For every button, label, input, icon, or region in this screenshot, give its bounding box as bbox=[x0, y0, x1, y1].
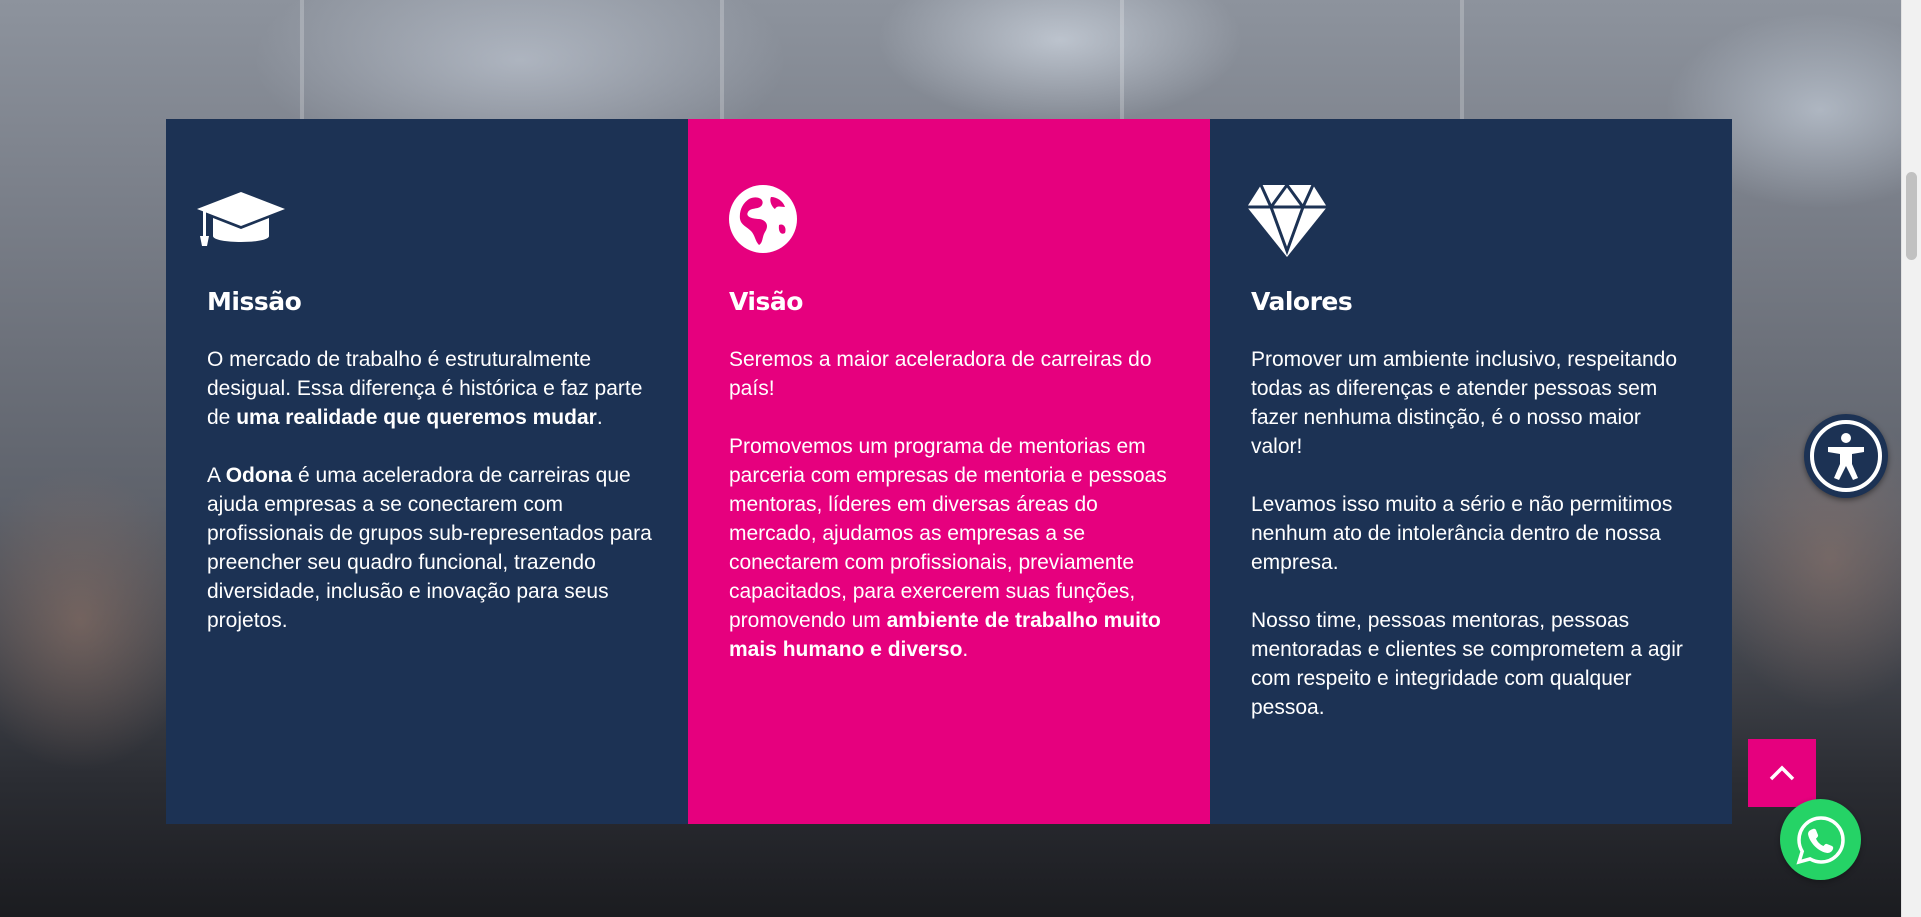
card-paragraph: Promovemos um programa de mentorias em p… bbox=[729, 432, 1174, 664]
whatsapp-icon bbox=[1795, 815, 1845, 865]
page-scrollbar[interactable] bbox=[1901, 0, 1921, 917]
accessibility-button[interactable] bbox=[1804, 414, 1888, 498]
scroll-top-button[interactable] bbox=[1748, 739, 1816, 807]
card-paragraph: A Odona é uma aceleradora de carreiras q… bbox=[207, 461, 652, 635]
text: . bbox=[596, 406, 603, 429]
card-paragraph: Nosso time, pessoas mentoras, pessoas me… bbox=[1251, 609, 1683, 719]
graduation-cap-icon bbox=[197, 192, 285, 253]
card-body: O mercado de trabalho é estruturalmente … bbox=[207, 345, 652, 664]
card-body: Seremos a maior aceleradora de carreiras… bbox=[729, 345, 1174, 693]
bold-text: uma realidade que queremos mudar bbox=[236, 406, 597, 429]
mission-vision-values-section: Missão O mercado de trabalho é estrutura… bbox=[166, 119, 1733, 824]
card-title: Visão bbox=[729, 287, 803, 316]
text: Promovemos um programa de mentorias em p… bbox=[729, 435, 1167, 632]
card-visao: Visão Seremos a maior aceleradora de car… bbox=[688, 119, 1210, 824]
chevron-up-icon bbox=[1769, 765, 1795, 781]
accessibility-icon bbox=[1810, 420, 1882, 492]
card-title: Valores bbox=[1251, 287, 1353, 316]
scrollbar-thumb[interactable] bbox=[1906, 172, 1917, 260]
card-paragraph: Promover um ambiente inclusivo, respeita… bbox=[1251, 348, 1678, 458]
text: A bbox=[207, 464, 226, 487]
text: é uma aceleradora de carreiras que ajuda… bbox=[207, 464, 652, 632]
whatsapp-button[interactable] bbox=[1780, 799, 1861, 880]
bold-text: Odona bbox=[225, 464, 293, 487]
card-body: Promover um ambiente inclusivo, respeita… bbox=[1251, 345, 1696, 751]
card-paragraph: Levamos isso muito a sério e não permiti… bbox=[1251, 493, 1673, 574]
card-missao: Missão O mercado de trabalho é estrutura… bbox=[166, 119, 688, 824]
text: . bbox=[962, 638, 969, 661]
card-valores: Valores Promover um ambiente inclusivo, … bbox=[1210, 119, 1732, 824]
card-paragraph: O mercado de trabalho é estruturalmente … bbox=[207, 345, 652, 432]
diamond-icon bbox=[1247, 182, 1327, 262]
globe-icon bbox=[729, 185, 797, 258]
card-paragraph: Seremos a maior aceleradora de carreiras… bbox=[729, 348, 1152, 400]
card-title: Missão bbox=[207, 287, 302, 316]
